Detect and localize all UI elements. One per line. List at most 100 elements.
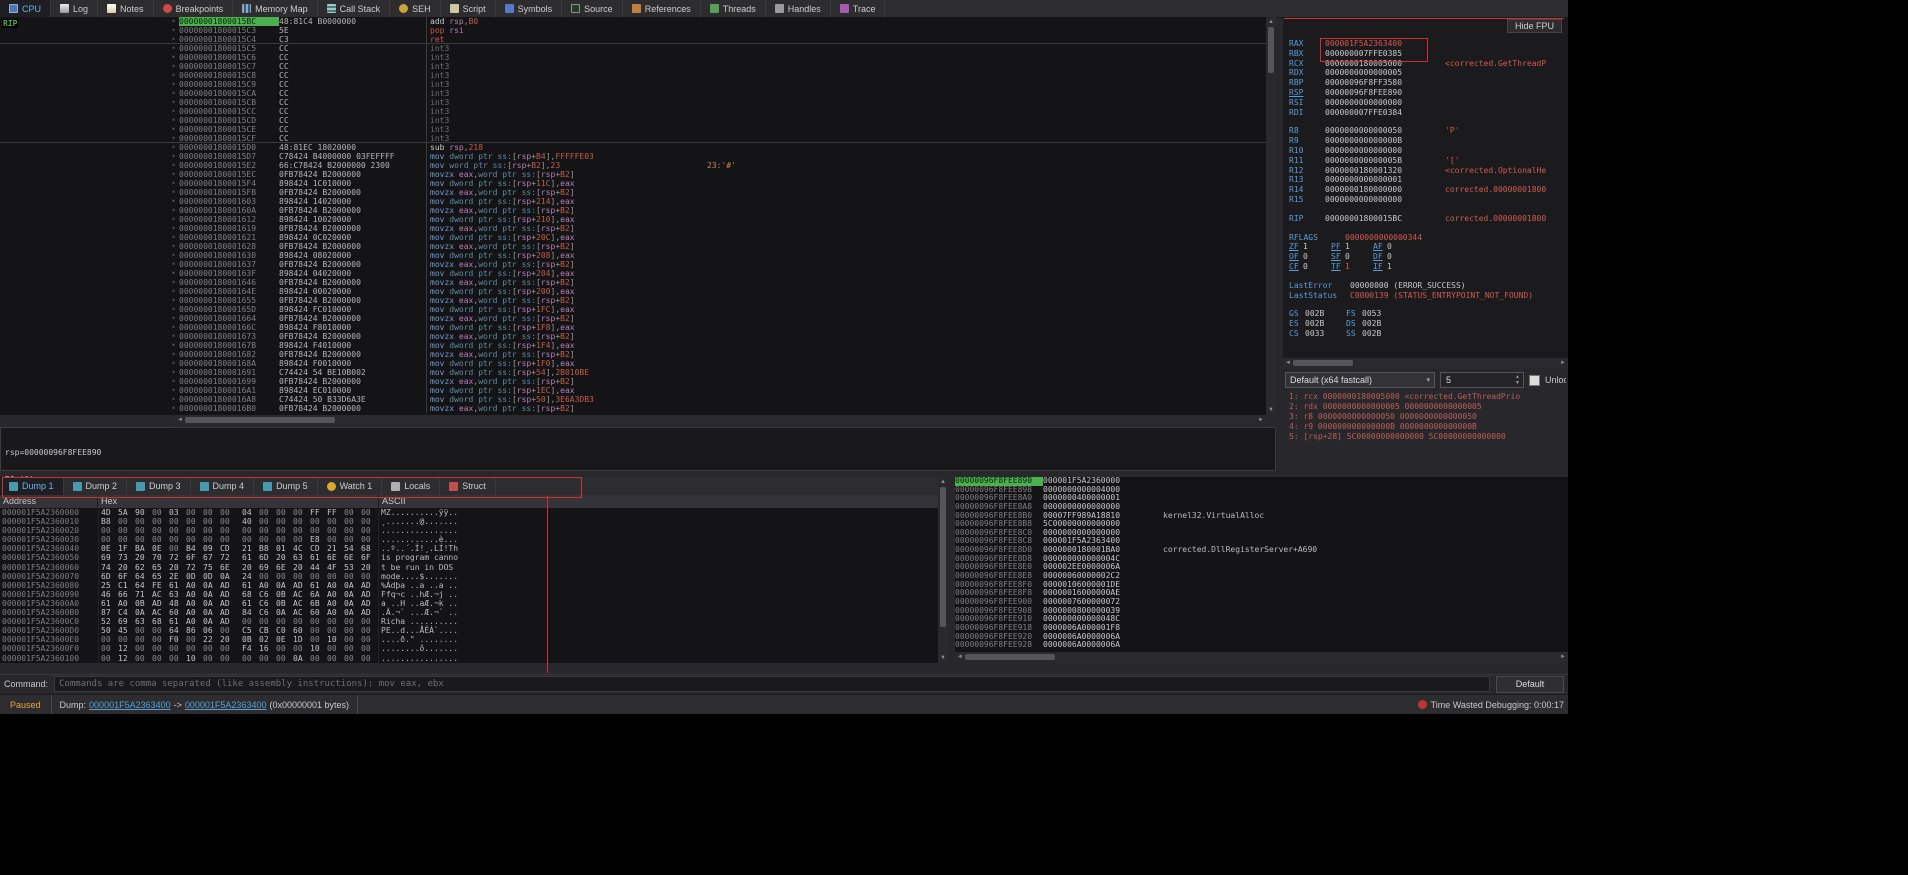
breakpoint-dot[interactable]: • bbox=[0, 377, 179, 386]
breakpoint-dot[interactable]: • bbox=[0, 80, 179, 89]
tab-log[interactable]: Log bbox=[51, 0, 98, 17]
breakpoint-dot[interactable]: • bbox=[0, 206, 179, 215]
tab-source[interactable]: Source bbox=[562, 0, 623, 17]
flags-row[interactable]: CF0TF1IF1 bbox=[1289, 262, 1566, 272]
disasm-row[interactable]: •00000001800015EC0FB78424 B2000000movzx … bbox=[0, 170, 1266, 179]
disasm-row[interactable]: •0000000180001621898424 0C020000mov dwor… bbox=[0, 233, 1266, 242]
tab-handles[interactable]: Handles bbox=[766, 0, 831, 17]
scroll-thumb[interactable] bbox=[1268, 27, 1274, 73]
disasm-row[interactable]: •00000001800016730FB78424 B2000000movzx … bbox=[0, 332, 1266, 341]
tab-script[interactable]: Script bbox=[441, 0, 496, 17]
disasm-row[interactable]: •00000001800015CBCCint3 bbox=[0, 98, 1266, 107]
breakpoint-dot[interactable]: • bbox=[0, 116, 179, 125]
dump-from-address-link[interactable]: 000001F5A2363400 bbox=[89, 700, 171, 710]
hide-fpu-button[interactable]: Hide FPU bbox=[1507, 19, 1562, 33]
dump-row[interactable]: 000001F5A2360090466671AC63A00AAD68C60BAC… bbox=[0, 590, 938, 599]
tab-call-stack[interactable]: Call Stack bbox=[318, 0, 391, 17]
dump-vertical-scrollbar[interactable]: ▲ ▼ bbox=[938, 477, 948, 663]
breakpoint-dot[interactable]: • bbox=[0, 251, 179, 260]
breakpoint-dot[interactable]: • bbox=[0, 197, 179, 206]
dump-row[interactable]: 000001F5A23600F00012000000000000F4160000… bbox=[0, 644, 938, 653]
segment-row[interactable]: GS002BFS0053 bbox=[1289, 309, 1566, 319]
disasm-row[interactable]: •00000001800015CCCCint3 bbox=[0, 107, 1266, 116]
rflags-row[interactable]: RFLAGS0000000000000344 bbox=[1289, 233, 1566, 243]
last-error-row[interactable]: LastError00000000 (ERROR_SUCCESS) bbox=[1289, 281, 1566, 291]
breakpoint-dot[interactable]: • bbox=[0, 287, 179, 296]
disasm-row[interactable]: •00000001800016990FB78424 B2000000movzx … bbox=[0, 377, 1266, 386]
segment-row[interactable]: ES002BDS002B bbox=[1289, 319, 1566, 329]
segment-row[interactable]: CS0033SS002B bbox=[1289, 329, 1566, 339]
disasm-row[interactable]: •00000001800015CDCCint3 bbox=[0, 116, 1266, 125]
disasm-row[interactable]: •00000001800016B00FB78424 B2000000movzx … bbox=[0, 404, 1266, 413]
disasm-row[interactable]: •000000018000168A898424 F0010000mov dwor… bbox=[0, 359, 1266, 368]
scroll-down-arrow-icon[interactable]: ▼ bbox=[1266, 405, 1276, 415]
breakpoint-dot[interactable]: • bbox=[0, 314, 179, 323]
disasm-row[interactable]: •00000001800016820FB78424 B2000000movzx … bbox=[0, 350, 1266, 359]
disasm-row[interactable]: •00000001800015C8CCint3 bbox=[0, 71, 1266, 80]
scroll-thumb[interactable] bbox=[965, 654, 1055, 660]
stack-row[interactable]: 00000096F8FEE9280000006A0000006A bbox=[955, 641, 1568, 650]
command-profile-select[interactable]: Default bbox=[1496, 676, 1564, 693]
breakpoint-dot[interactable]: • bbox=[0, 161, 179, 170]
calling-convention-select[interactable]: Default (x64 fastcall) ▾ bbox=[1285, 372, 1435, 388]
breakpoint-dot[interactable]: • bbox=[0, 260, 179, 269]
disasm-row[interactable]: •00000001800015C9CCint3 bbox=[0, 80, 1266, 89]
breakpoint-dot[interactable]: • bbox=[0, 296, 179, 305]
disasm-row[interactable]: •00000001800015C5CCint3 bbox=[0, 44, 1266, 53]
breakpoint-dot[interactable]: • bbox=[0, 89, 179, 98]
dump-row[interactable]: 000001F5A23600B087C40AAC60A00AAD84C60AAC… bbox=[0, 608, 938, 617]
scroll-left-arrow-icon[interactable]: ◄ bbox=[955, 652, 965, 662]
disasm-row[interactable]: •000000018000166C898424 F8010000mov dwor… bbox=[0, 323, 1266, 332]
register-row[interactable]: RSP00000096F8FEE890 bbox=[1289, 88, 1566, 98]
breakpoint-dot[interactable]: • bbox=[0, 44, 179, 53]
breakpoint-dot[interactable]: • bbox=[0, 278, 179, 287]
breakpoint-dot[interactable]: • bbox=[0, 134, 179, 143]
dump-row[interactable]: 000001F5A2360030000000000000000000000000… bbox=[0, 535, 938, 544]
dump-row[interactable]: 000001F5A23600400E1FBA0E00B409CD21B8014C… bbox=[0, 544, 938, 553]
breakpoint-dot[interactable]: • bbox=[0, 269, 179, 278]
disasm-row[interactable]: •0000000180001691C74424 54 BE10B002mov d… bbox=[0, 368, 1266, 377]
disasm-row[interactable]: •00000001800015E266:C78424 B2000000 2300… bbox=[0, 161, 1266, 170]
scroll-left-arrow-icon[interactable]: ◄ bbox=[1283, 358, 1293, 368]
argument-count-spinner[interactable]: 5 ▲▼ bbox=[1440, 372, 1524, 388]
disasm-row[interactable]: •00000001800016A8C74424 50 B33D6A3Emov d… bbox=[0, 395, 1266, 404]
registers-horizontal-scrollbar[interactable]: ◄ ► bbox=[1283, 358, 1568, 368]
breakpoint-dot[interactable]: • bbox=[0, 143, 179, 152]
disasm-row[interactable]: •00000001800016A1898424 EC010000mov dwor… bbox=[0, 386, 1266, 395]
scroll-right-arrow-icon[interactable]: ► bbox=[1558, 358, 1568, 368]
disasm-row[interactable]: •00000001800015CACCint3 bbox=[0, 89, 1266, 98]
disasm-row[interactable]: •00000001800016460FB78424 B2000000movzx … bbox=[0, 278, 1266, 287]
disasm-row[interactable]: •00000001800015CECCint3 bbox=[0, 125, 1266, 134]
disasm-row[interactable]: •0000000180001612898424 10020000mov dwor… bbox=[0, 215, 1266, 224]
breakpoint-dot[interactable]: • bbox=[0, 98, 179, 107]
stack-pane[interactable]: 00000096F8FEE890000001F5A236000000000096… bbox=[955, 477, 1568, 652]
breakpoint-dot[interactable]: • bbox=[0, 179, 179, 188]
breakpoint-dot[interactable]: • bbox=[0, 395, 179, 404]
dump-row[interactable]: 000001F5A23600E000000000F00022200B020E1D… bbox=[0, 635, 938, 644]
stack-horizontal-scrollbar[interactable]: ◄ ► bbox=[955, 652, 1568, 662]
disasm-vertical-scrollbar[interactable]: ▲ ▼ bbox=[1266, 17, 1276, 415]
register-row[interactable]: RIP00000001800015BCcorrected.00000001800 bbox=[1289, 214, 1566, 224]
spinner-arrows-icon[interactable]: ▲▼ bbox=[1513, 374, 1522, 386]
flag-cell[interactable]: AF0 bbox=[1373, 242, 1415, 252]
disasm-row[interactable]: •0000000180001630898424 08020000mov dwor… bbox=[0, 251, 1266, 260]
dump-pane[interactable]: 000001F5A23600004D5A90000300000004000000… bbox=[0, 508, 938, 663]
breakpoint-dot[interactable]: • bbox=[0, 152, 179, 161]
tab-seh[interactable]: SEH bbox=[390, 0, 441, 17]
breakpoint-dot[interactable]: • bbox=[0, 350, 179, 359]
breakpoint-dot[interactable]: • bbox=[0, 404, 179, 413]
register-row[interactable]: R120000000180001320<corrected.OptionalHe bbox=[1289, 166, 1566, 176]
breakpoint-dot[interactable]: • bbox=[0, 53, 179, 62]
tab-breakpoints[interactable]: Breakpoints bbox=[154, 0, 234, 17]
tab-dump-4[interactable]: Dump 4 bbox=[191, 477, 255, 495]
flag-cell[interactable]: ZF1 bbox=[1289, 242, 1331, 252]
breakpoint-dot[interactable]: • bbox=[0, 170, 179, 179]
tab-dump-1[interactable]: Dump 1 bbox=[0, 477, 64, 495]
flag-cell[interactable]: SF0 bbox=[1331, 252, 1373, 262]
dump-row[interactable]: 000001F5A23600C05269636861A00AAD00000000… bbox=[0, 617, 938, 626]
disasm-row[interactable]: •00000001800015F4898424 1C010000mov dwor… bbox=[0, 179, 1266, 188]
breakpoint-dot[interactable]: • bbox=[0, 107, 179, 116]
dump-row[interactable]: 000001F5A2360010B80000000000000040000000… bbox=[0, 517, 938, 526]
tab-dump-3[interactable]: Dump 3 bbox=[127, 477, 191, 495]
tab-watch-1[interactable]: Watch 1 bbox=[318, 477, 383, 495]
